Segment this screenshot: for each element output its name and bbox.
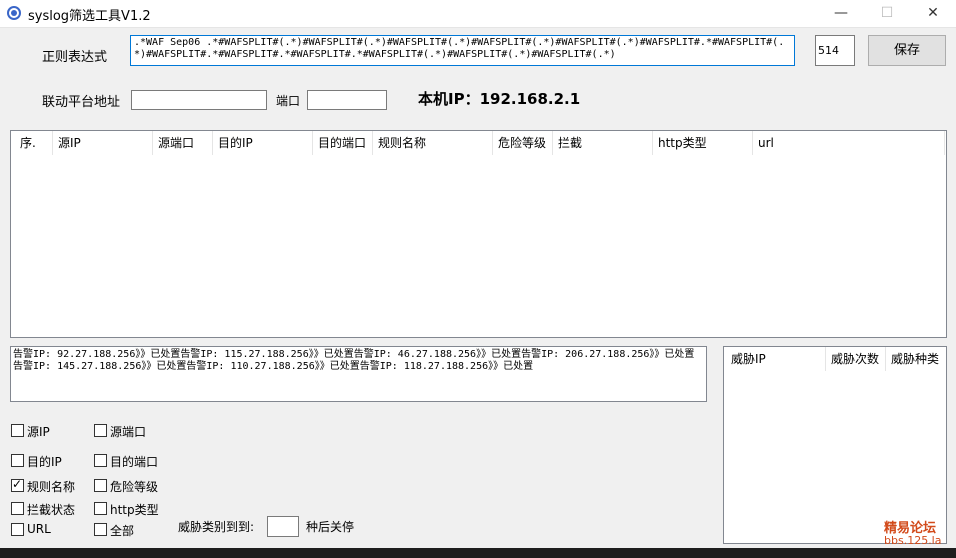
filter-url-checkbox[interactable]: [11, 523, 24, 536]
column-header-dst-ip[interactable]: 目的IP: [213, 131, 313, 155]
auto-block-prefix-label: 威胁类别到到:: [178, 520, 255, 534]
column-header-url[interactable]: url: [753, 131, 945, 155]
maximize-button[interactable]: ☐: [864, 0, 910, 28]
column-header-src-port[interactable]: 源端口: [153, 131, 213, 155]
filter-block-status-checkbox[interactable]: [11, 502, 24, 515]
filter-risk-level-label: 危险等级: [110, 480, 159, 494]
linkage-label: 联动平台地址: [42, 95, 121, 110]
column-header-dst-port[interactable]: 目的端口: [313, 131, 373, 155]
column-header-rule-name[interactable]: 规则名称: [373, 131, 493, 155]
title-bar: syslog筛选工具V1.2 — ☐ ✕: [0, 0, 956, 28]
local-ip-label: 本机IP：192.168.2.1: [418, 90, 581, 108]
column-header-threat-type[interactable]: 威胁种类: [886, 347, 946, 371]
syslog-table[interactable]: 序. 源IP 源端口 目的IP 目的端口 规则名称 危险等级 拦截 http类型…: [10, 130, 947, 338]
listen-port-input[interactable]: 514: [815, 35, 855, 66]
column-header-risk-level[interactable]: 危险等级: [493, 131, 553, 155]
filter-risk-level-checkbox[interactable]: [94, 479, 107, 492]
app-icon: [7, 6, 21, 20]
filter-dst-port-label: 目的端口: [110, 455, 159, 469]
filter-all-checkbox[interactable]: [94, 523, 107, 536]
filter-dst-ip-checkbox[interactable]: [11, 454, 24, 467]
filter-dst-port-checkbox[interactable]: [94, 454, 107, 467]
column-header-src-ip[interactable]: 源IP: [53, 131, 153, 155]
filter-block-status-label: 拦截状态: [27, 503, 76, 517]
filter-rule-name-label: 规则名称: [27, 480, 76, 494]
column-header-threat-count[interactable]: 威胁次数: [826, 347, 886, 371]
filter-dst-ip-label: 目的IP: [27, 455, 62, 469]
window-title: syslog筛选工具V1.2: [28, 9, 151, 24]
close-button[interactable]: ✕: [910, 0, 956, 28]
column-header-threat-ip[interactable]: 威胁IP: [726, 347, 826, 371]
regex-label: 正则表达式: [42, 50, 108, 65]
column-header-block[interactable]: 拦截: [553, 131, 653, 155]
filter-all-label: 全部: [110, 524, 135, 538]
threat-table[interactable]: 威胁IP 威胁次数 威胁种类: [723, 346, 947, 544]
linkage-port-input[interactable]: [307, 90, 387, 110]
filter-url-label: URL: [27, 522, 51, 536]
filter-src-port-checkbox[interactable]: [94, 424, 107, 437]
filter-rule-name-checkbox[interactable]: [11, 477, 24, 492]
filter-src-ip-label: 源IP: [27, 425, 50, 439]
column-header-http-type[interactable]: http类型: [653, 131, 753, 155]
log-output[interactable]: 告警IP: 92.27.188.256》》已处置告警IP: 115.27.188…: [10, 346, 707, 402]
minimize-button[interactable]: —: [818, 0, 864, 28]
save-button[interactable]: 保存: [868, 35, 946, 66]
taskbar-strip: [0, 548, 956, 558]
linkage-address-input[interactable]: [131, 90, 267, 110]
auto-block-suffix-label: 种后关停: [306, 520, 355, 534]
filter-http-type-checkbox[interactable]: [94, 502, 107, 515]
watermark-url: bbs.125.la: [884, 534, 942, 547]
filter-src-port-label: 源端口: [110, 425, 147, 439]
regex-input[interactable]: .*WAF Sep06 .*#WAFSPLIT#(.*)#WAFSPLIT#(.…: [130, 35, 795, 66]
column-header-index[interactable]: 序.: [15, 131, 53, 155]
auto-block-threshold-input[interactable]: [267, 516, 299, 537]
filter-src-ip-checkbox[interactable]: [11, 424, 24, 437]
filter-http-type-label: http类型: [110, 503, 159, 517]
linkage-port-label: 端口: [276, 94, 301, 108]
